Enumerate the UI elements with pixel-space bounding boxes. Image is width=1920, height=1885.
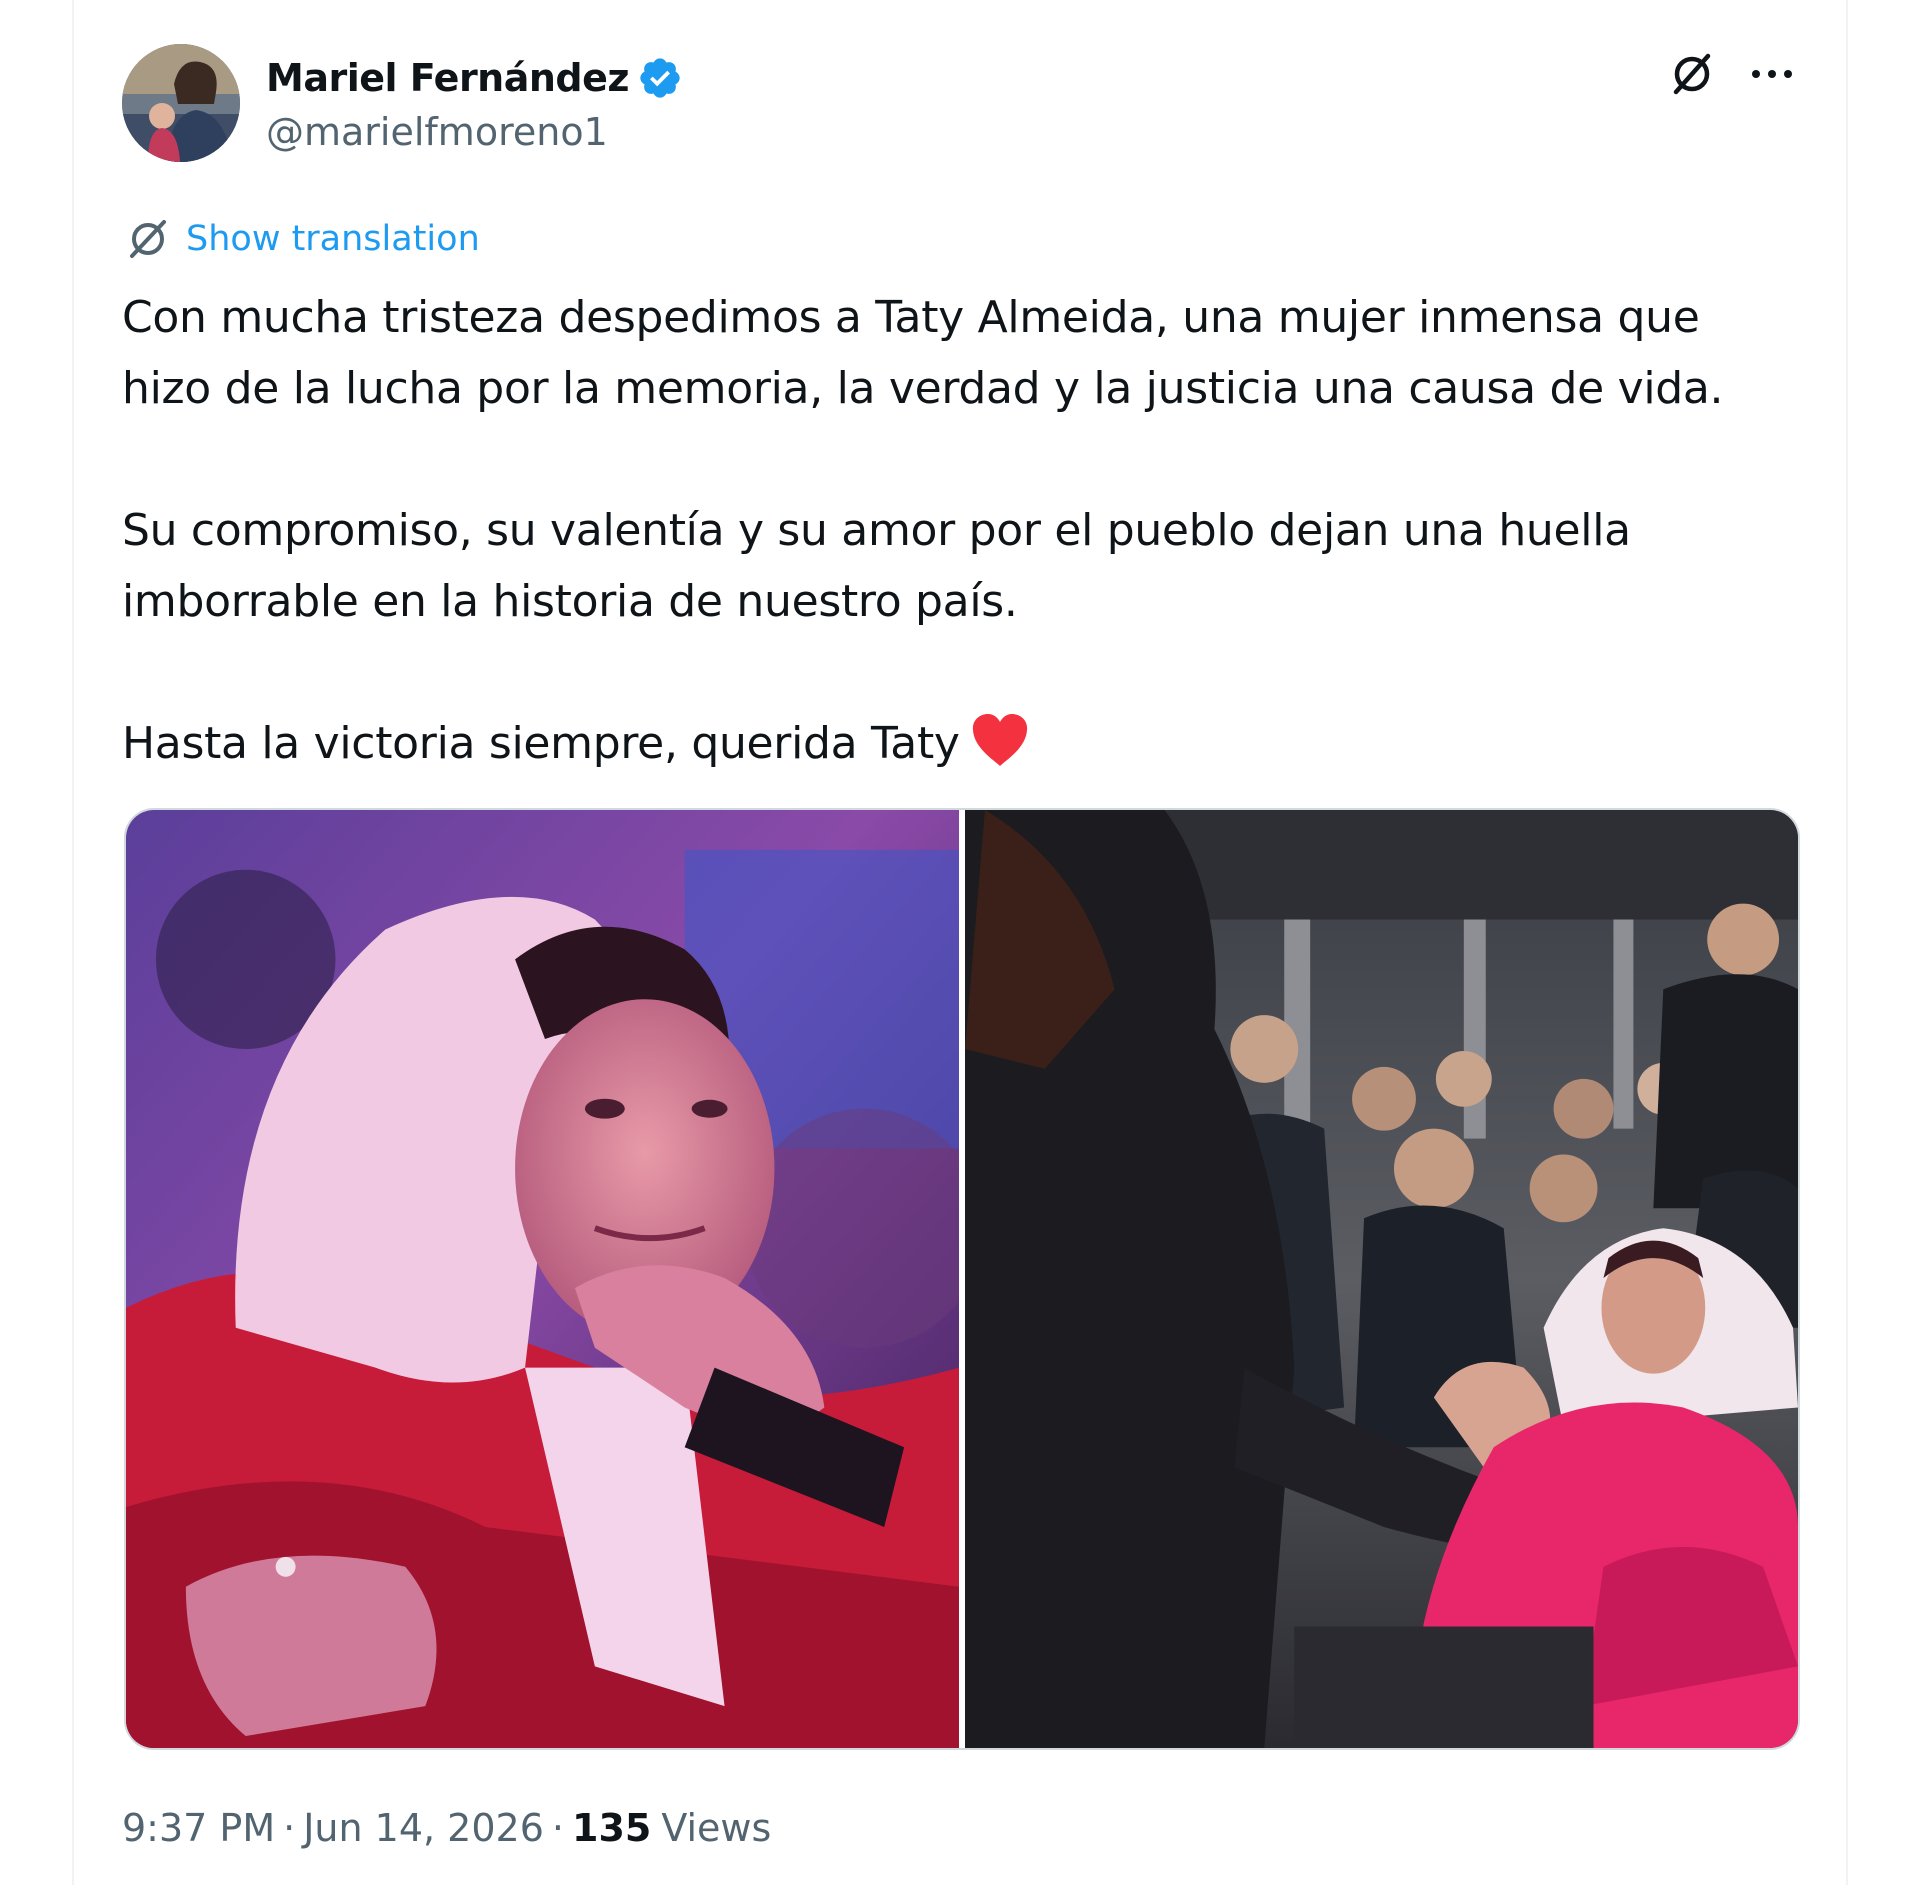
tweet-paragraph-text: Hasta la victoria siempre, querida Taty [122,718,960,769]
photo-1[interactable] [126,810,959,1748]
show-translation-link[interactable]: Show translation [124,214,480,264]
photo-crowd-greeting-woman [964,810,1798,1748]
grok-slash-icon [124,215,172,263]
tweet-card: Mariel Fernández @marielfmoreno1 Show tr… [72,0,1848,1885]
avatar[interactable] [122,44,240,162]
more-dots-icon [1748,66,1796,86]
meta-separator: · [283,1806,296,1850]
media-grid [124,808,1800,1750]
grok-slash-icon [1666,48,1718,104]
avatar-image [122,44,240,162]
tweet-time[interactable]: 9:37 PM [122,1806,275,1850]
views-label: Views [661,1806,772,1850]
tweet-paragraph: Con mucha tristeza despedimos a Taty Alm… [122,292,1724,414]
tweet-date[interactable]: Jun 14, 2026 [303,1806,544,1850]
photo-elderly-woman-white-headscarf [126,810,959,1748]
views-count: 135 [572,1806,652,1850]
photo-2[interactable] [964,810,1798,1748]
author-handle[interactable]: @marielfmoreno1 [266,110,608,154]
grok-button[interactable] [1662,46,1722,106]
show-translation-label[interactable]: Show translation [186,219,480,259]
author-name-row: Mariel Fernández [266,50,683,106]
tweet-text: Con mucha tristeza despedimos a Taty Alm… [122,282,1812,779]
verified-badge-icon [637,55,683,101]
tweet-paragraph: Su compromiso, su valentía y su amor por… [122,505,1631,627]
red-heart-icon [970,712,1030,768]
tweet-paragraph-last: Hasta la victoria siempre, querida Taty [122,708,1812,779]
tweet-meta: 9:37 PM · Jun 14, 2026 · 135 Views [122,1800,771,1856]
more-options-button[interactable] [1742,46,1802,106]
display-name[interactable]: Mariel Fernández [266,56,630,100]
meta-separator: · [551,1806,564,1850]
